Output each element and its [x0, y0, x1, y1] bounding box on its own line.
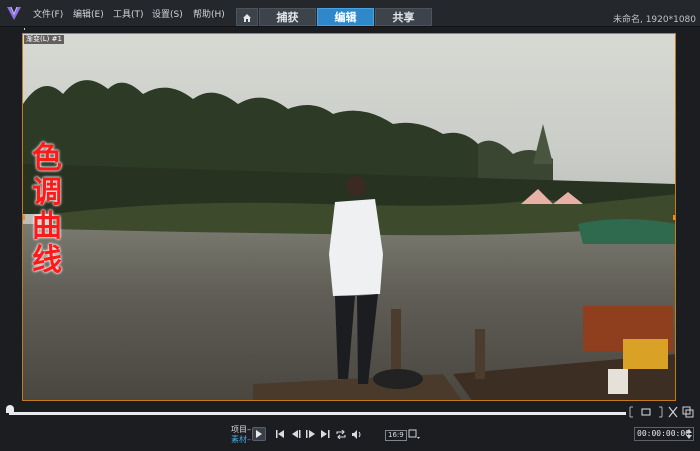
menu-settings[interactable]: 设置(S) — [152, 7, 183, 20]
timeline-scrubber[interactable] — [9, 412, 626, 415]
tab-capture[interactable]: 捕获 — [259, 8, 316, 26]
play-icon — [256, 430, 262, 438]
resize-handle-left[interactable] — [23, 215, 25, 220]
mode-clip[interactable]: 素材– — [231, 434, 251, 445]
play-button[interactable] — [252, 427, 266, 441]
menu-tools[interactable]: 工具(T) — [113, 7, 144, 20]
prev-frame-icon — [291, 430, 300, 438]
right-margin — [678, 27, 700, 401]
go-start-icon — [275, 430, 284, 438]
preview-foreground — [253, 176, 675, 400]
volume-icon — [352, 429, 361, 439]
go-end-icon — [320, 430, 329, 438]
next-frame-icon — [305, 430, 315, 438]
resize-handle-right[interactable] — [673, 215, 675, 220]
repeat-icon — [336, 429, 346, 439]
repeat-button[interactable] — [334, 427, 348, 441]
go-start-button[interactable] — [273, 427, 287, 441]
project-info: 未命名, 1920*1080 — [612, 15, 696, 25]
go-end-button[interactable] — [318, 427, 332, 441]
cut-icon[interactable] — [667, 406, 679, 418]
menu-edit[interactable]: 编辑(E) — [73, 7, 104, 20]
timecode-stepper-icon[interactable] — [685, 428, 693, 440]
tab-edit[interactable]: 编辑 — [317, 8, 374, 26]
expand-icon[interactable] — [682, 406, 694, 418]
title-overlay-text[interactable]: 色调曲线 — [32, 142, 62, 278]
mark-in-out-bracket — [629, 406, 663, 418]
next-frame-button[interactable] — [303, 427, 317, 441]
aspect-ratio-button[interactable]: 16:9 — [385, 430, 407, 441]
tab-share[interactable]: 共享 — [375, 8, 432, 26]
chevron-down-icon[interactable] — [408, 429, 422, 441]
app-logo-icon — [7, 6, 21, 20]
home-icon — [243, 14, 251, 22]
volume-button[interactable] — [350, 427, 364, 441]
prev-frame-button[interactable] — [289, 427, 303, 441]
tab-home[interactable] — [236, 8, 258, 26]
scrubber-knob[interactable] — [6, 405, 14, 413]
clip-label: 渐变(L) #1 — [24, 35, 64, 44]
menu-bar: 文件(F) 编辑(E) 工具(T) 设置(S) 帮助(H) 捕获 编辑 共享 未… — [0, 0, 700, 27]
left-margin — [0, 27, 22, 401]
menu-file[interactable]: 文件(F) — [33, 7, 63, 20]
menu-help[interactable]: 帮助(H) — [193, 7, 225, 20]
preview-window[interactable]: 渐变(L) #1 色调曲线 — [22, 33, 676, 401]
